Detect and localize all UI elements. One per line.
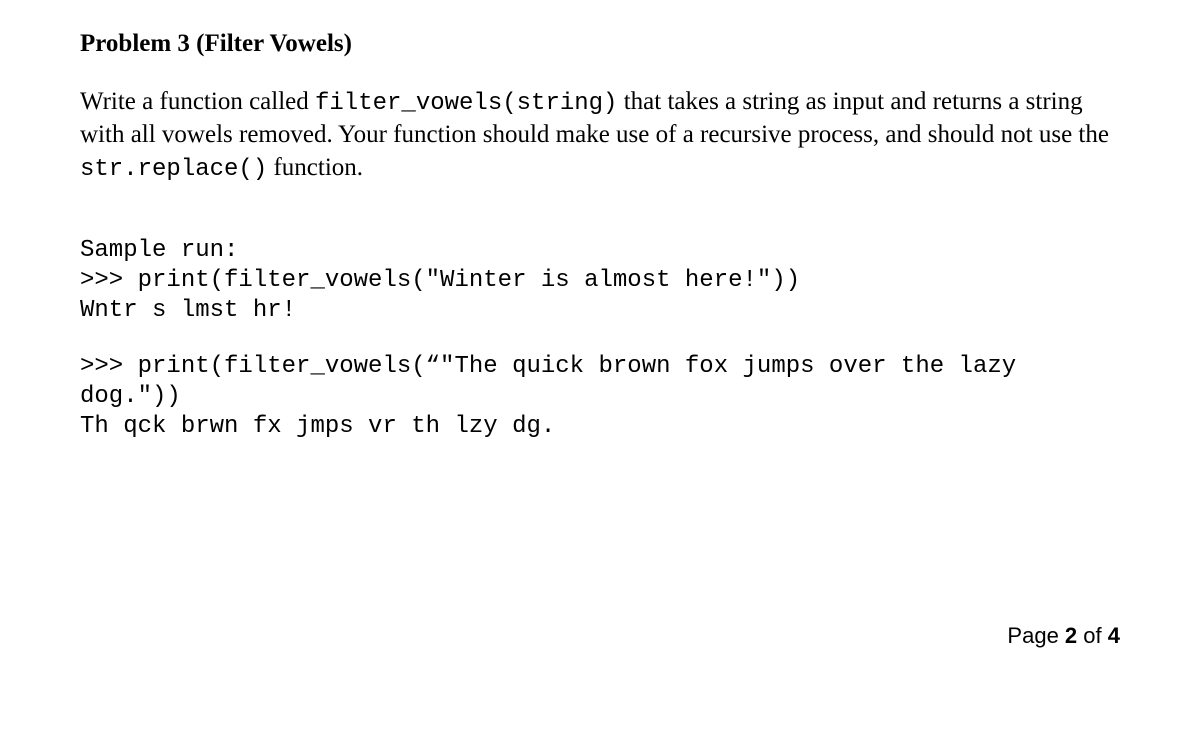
- problem-title: Problem 3 (Filter Vowels): [80, 30, 1120, 58]
- page-current: 2: [1065, 623, 1077, 648]
- sample-line-2: >>> print(filter_vowels(“"The quick brow…: [80, 352, 1120, 412]
- sample-output-1: Wntr s lmst hr!: [80, 296, 1120, 326]
- code-function-signature: filter_vowels(string): [315, 90, 617, 117]
- sample-output-2: Th qck brwn fx jmps vr th lzy dg.: [80, 412, 1120, 442]
- description-text-3: function.: [267, 154, 363, 181]
- page-total: 4: [1108, 623, 1120, 648]
- code-forbidden-function: str.replace(): [80, 156, 267, 183]
- page-indicator: Page 2 of 4: [1007, 623, 1120, 649]
- description-text-1: Write a function called: [80, 88, 315, 115]
- problem-description: Write a function called filter_vowels(st…: [80, 86, 1120, 185]
- sample-run-header: Sample run:: [80, 237, 1120, 264]
- page-prefix: Page: [1007, 623, 1065, 648]
- sample-line-1: >>> print(filter_vowels("Winter is almos…: [80, 266, 1120, 296]
- page-middle: of: [1077, 623, 1108, 648]
